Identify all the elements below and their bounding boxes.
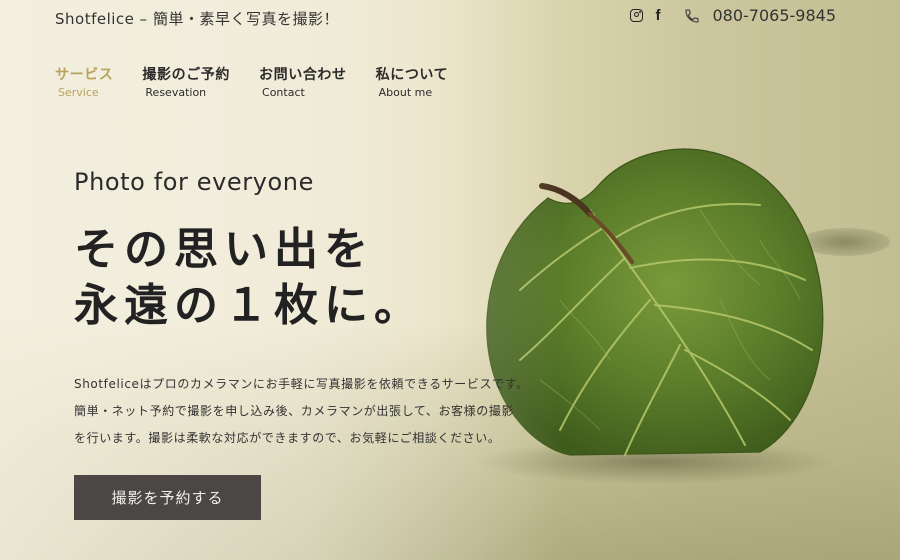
hero-description: Shotfeliceはプロのカメラマンにお手軽に写真撮影を依頼できるサービスです… xyxy=(74,371,544,452)
nav-label-jp: 私について xyxy=(375,67,449,83)
nav-item-service[interactable]: サービス Service xyxy=(55,64,113,99)
nav-label-jp: 撮影のご予約 xyxy=(142,67,231,83)
phone-icon xyxy=(684,8,700,24)
nav-label-en: Resevation xyxy=(145,86,207,99)
hero-subtitle: Photo for everyone xyxy=(74,168,314,196)
facebook-icon[interactable]: f xyxy=(655,7,660,24)
hero-headline: その思い出を 永遠の１枚に。 xyxy=(74,222,424,334)
nav-label-en: Service xyxy=(58,86,99,99)
instagram-icon[interactable] xyxy=(630,9,644,22)
hero-section: Shotfelice – 簡単・素早く写真を撮影！ f 080-7065-984… xyxy=(0,0,900,560)
description-line: を行います。撮影は柔軟な対応ができますので、お気軽にご相談ください。 xyxy=(74,431,501,445)
site-title[interactable]: Shotfelice – 簡単・素早く写真を撮影！ xyxy=(55,8,339,29)
nav-item-about[interactable]: 私について About me xyxy=(376,64,449,99)
phone-number[interactable]: 080-7065-9845 xyxy=(712,6,836,25)
description-line: 簡単・ネット予約で撮影を申し込み後、カメラマンが出張して、お客様の撮影 xyxy=(74,404,515,418)
header-contact: f 080-7065-9845 xyxy=(630,6,836,25)
nav-label-jp: お問い合わせ xyxy=(259,67,347,83)
nav-item-reservation[interactable]: 撮影のご予約 Resevation xyxy=(142,64,230,99)
headline-line-2: 永遠の１枚に。 xyxy=(74,280,424,331)
main-nav: サービス Service 撮影のご予約 Resevation お問い合わせ Co… xyxy=(55,64,477,99)
nav-label-en: About me xyxy=(378,86,433,99)
description-line: Shotfeliceはプロのカメラマンにお手軽に写真撮影を依頼できるサービスです… xyxy=(74,377,529,391)
nav-label-en: Contact xyxy=(262,86,305,99)
nav-item-contact[interactable]: お問い合わせ Contact xyxy=(259,64,347,99)
headline-line-1: その思い出を xyxy=(74,224,374,275)
reserve-button[interactable]: 撮影を予約する xyxy=(74,475,261,520)
nav-label-jp: サービス xyxy=(55,67,114,83)
